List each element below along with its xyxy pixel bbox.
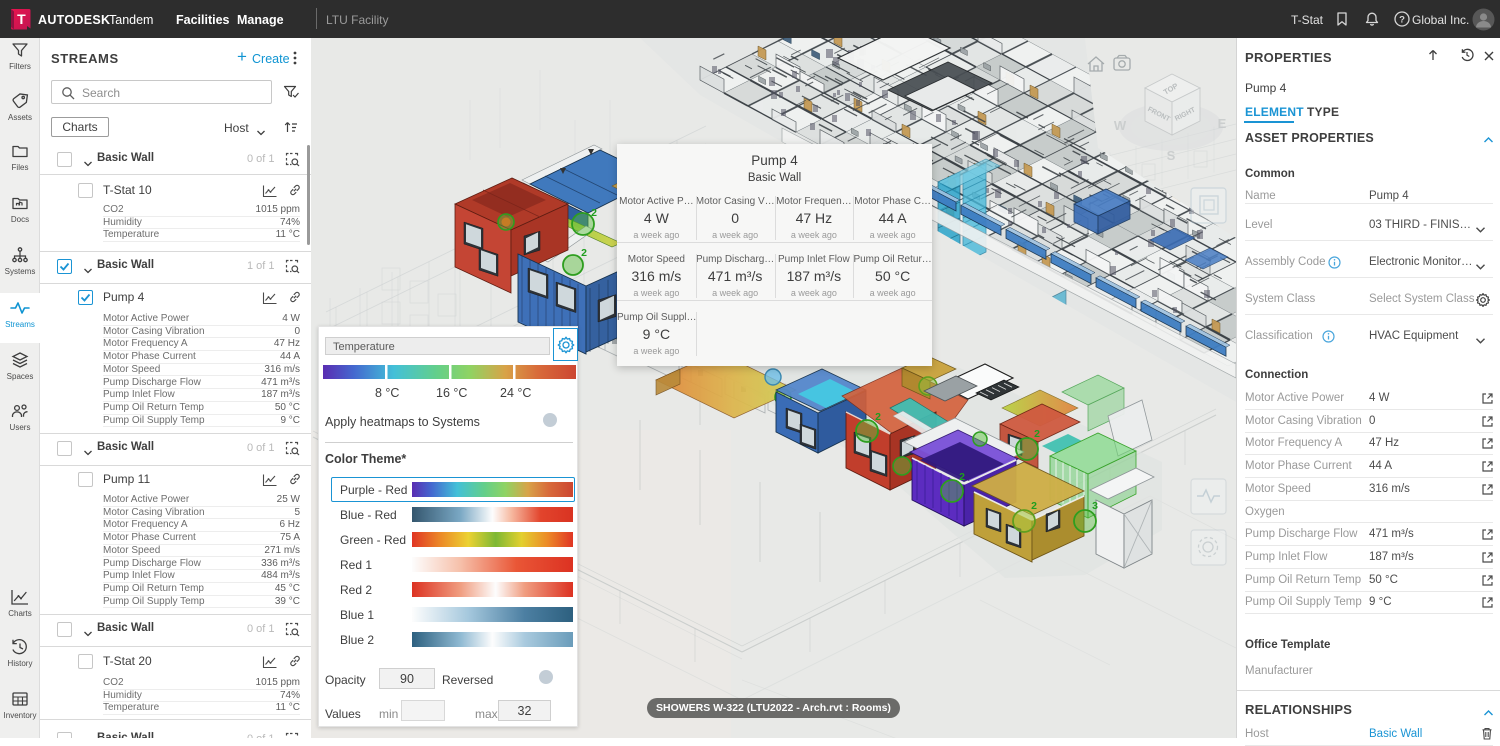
svg-text:S: S (1167, 148, 1176, 163)
svg-text:?: ? (1399, 15, 1405, 26)
svg-text:2: 2 (875, 411, 881, 423)
svg-text:2: 2 (591, 207, 597, 219)
svg-text:2: 2 (1034, 428, 1040, 440)
svg-text:E: E (1218, 116, 1227, 131)
svg-text:3: 3 (1092, 500, 1098, 512)
svg-text:T: T (17, 11, 26, 27)
svg-text:2: 2 (1031, 500, 1037, 512)
svg-text:2: 2 (959, 471, 965, 483)
svg-text:W: W (1114, 118, 1127, 133)
svg-text:2: 2 (581, 247, 587, 259)
